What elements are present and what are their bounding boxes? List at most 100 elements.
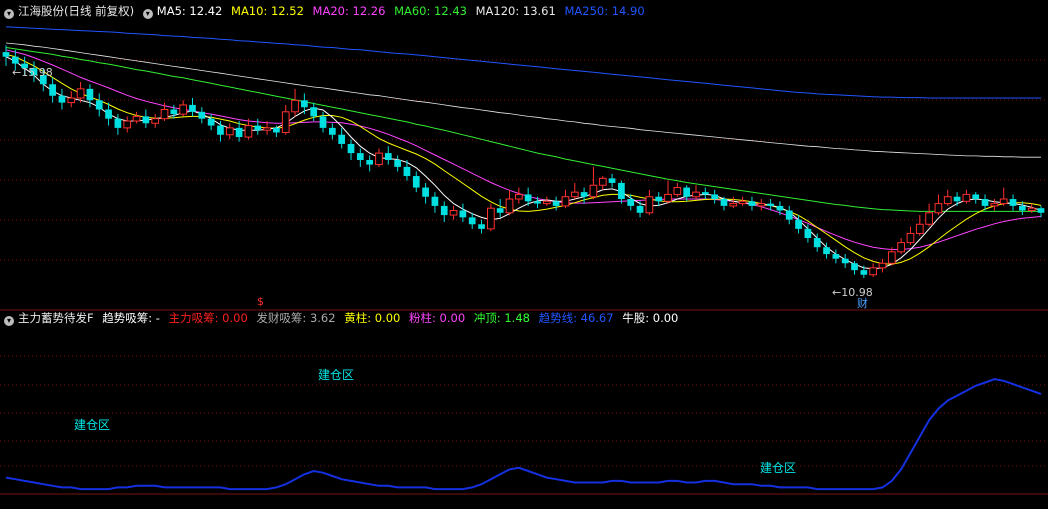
moving-average-lines bbox=[5, 26, 1042, 270]
candle[interactable] bbox=[943, 189, 952, 206]
candle[interactable] bbox=[328, 123, 336, 140]
candle[interactable] bbox=[58, 88, 66, 110]
candle-body bbox=[552, 201, 560, 206]
candle[interactable] bbox=[673, 182, 682, 197]
candle[interactable] bbox=[925, 203, 933, 227]
candle[interactable] bbox=[198, 107, 206, 124]
candle[interactable] bbox=[999, 187, 1008, 206]
candle[interactable] bbox=[291, 88, 299, 117]
candle[interactable] bbox=[123, 116, 132, 133]
candle[interactable] bbox=[179, 100, 188, 117]
candle-body bbox=[468, 217, 476, 225]
candle[interactable] bbox=[1009, 194, 1017, 211]
candle[interactable] bbox=[570, 182, 579, 200]
candle-body bbox=[999, 198, 1008, 205]
candle[interactable] bbox=[1037, 205, 1045, 218]
candlestick-series[interactable] bbox=[2, 45, 1045, 278]
candle[interactable] bbox=[394, 155, 401, 172]
candle-body bbox=[561, 196, 570, 207]
candle[interactable] bbox=[645, 189, 654, 216]
build-zone-label-3: 建仓区 bbox=[760, 461, 797, 475]
candle-body bbox=[934, 203, 943, 214]
candle[interactable] bbox=[664, 180, 672, 204]
candle[interactable] bbox=[841, 254, 849, 268]
candle[interactable] bbox=[618, 180, 625, 204]
candle[interactable] bbox=[757, 199, 766, 211]
candle[interactable] bbox=[487, 203, 495, 232]
candle[interactable] bbox=[49, 77, 56, 103]
candle[interactable] bbox=[356, 148, 364, 167]
candle-body bbox=[151, 118, 160, 124]
candle[interactable] bbox=[729, 196, 738, 209]
candle[interactable] bbox=[95, 93, 103, 117]
candle-body bbox=[692, 191, 700, 198]
candle[interactable] bbox=[347, 139, 355, 160]
candle[interactable] bbox=[422, 182, 429, 204]
cai-marker[interactable]: 财 bbox=[857, 298, 868, 310]
candle[interactable] bbox=[552, 196, 560, 211]
candle[interactable] bbox=[580, 187, 588, 204]
candle[interactable] bbox=[542, 196, 551, 206]
candle[interactable] bbox=[319, 111, 327, 133]
candle-body bbox=[412, 176, 420, 188]
sub-item-pink-bar: 粉柱: 0.00 bbox=[409, 311, 466, 325]
candle[interactable] bbox=[655, 192, 663, 206]
candle[interactable] bbox=[990, 199, 999, 211]
candle[interactable] bbox=[384, 146, 392, 165]
candle[interactable] bbox=[478, 219, 485, 234]
candle[interactable] bbox=[776, 201, 784, 216]
candle[interactable] bbox=[403, 160, 411, 181]
candle[interactable] bbox=[962, 189, 971, 204]
ma-settings-icon[interactable]: ▾ bbox=[142, 9, 153, 19]
candle[interactable] bbox=[589, 166, 598, 200]
candle[interactable] bbox=[281, 104, 290, 135]
candle[interactable] bbox=[496, 199, 504, 218]
candle[interactable] bbox=[785, 205, 793, 225]
candle[interactable] bbox=[972, 192, 980, 204]
candle[interactable] bbox=[608, 173, 616, 188]
candle[interactable] bbox=[449, 205, 458, 220]
candle[interactable] bbox=[142, 109, 150, 128]
candle[interactable] bbox=[915, 215, 924, 236]
candle[interactable] bbox=[711, 189, 719, 204]
candle[interactable] bbox=[692, 185, 700, 200]
candle[interactable] bbox=[412, 171, 420, 193]
candle[interactable] bbox=[225, 123, 234, 140]
candle[interactable] bbox=[459, 203, 467, 222]
candle[interactable] bbox=[561, 189, 570, 209]
candle[interactable] bbox=[273, 125, 280, 138]
candle[interactable] bbox=[953, 192, 961, 206]
candle[interactable] bbox=[132, 111, 141, 124]
candle-body bbox=[198, 111, 206, 119]
candle[interactable] bbox=[701, 187, 709, 200]
candle[interactable] bbox=[832, 249, 840, 264]
candle[interactable] bbox=[906, 226, 915, 245]
candle[interactable] bbox=[431, 192, 439, 213]
candle[interactable] bbox=[366, 155, 374, 172]
high-price-label: ←15.98 bbox=[12, 66, 53, 79]
candle[interactable] bbox=[598, 176, 607, 190]
candle[interactable] bbox=[738, 196, 747, 206]
candle[interactable] bbox=[375, 148, 383, 167]
candle[interactable] bbox=[440, 201, 448, 222]
candle[interactable] bbox=[897, 238, 905, 255]
candle[interactable] bbox=[468, 212, 476, 229]
candle[interactable] bbox=[338, 127, 346, 149]
chart-settings-icon[interactable]: ▾ bbox=[4, 9, 14, 19]
candle[interactable] bbox=[934, 194, 943, 216]
candle[interactable] bbox=[514, 187, 523, 204]
candle[interactable] bbox=[151, 114, 160, 128]
candle[interactable] bbox=[869, 263, 878, 278]
candle[interactable] bbox=[217, 120, 224, 142]
candle[interactable] bbox=[301, 93, 308, 115]
candle[interactable] bbox=[189, 98, 196, 117]
candle[interactable] bbox=[254, 118, 262, 135]
candle[interactable] bbox=[505, 189, 514, 216]
candle[interactable] bbox=[878, 258, 887, 273]
s-marker[interactable]: $ bbox=[257, 296, 264, 308]
indicator-settings-icon[interactable]: ▾ bbox=[4, 316, 14, 326]
candle[interactable] bbox=[67, 91, 76, 108]
candle[interactable] bbox=[207, 114, 215, 131]
candle[interactable] bbox=[748, 196, 756, 211]
candle[interactable] bbox=[244, 118, 253, 140]
